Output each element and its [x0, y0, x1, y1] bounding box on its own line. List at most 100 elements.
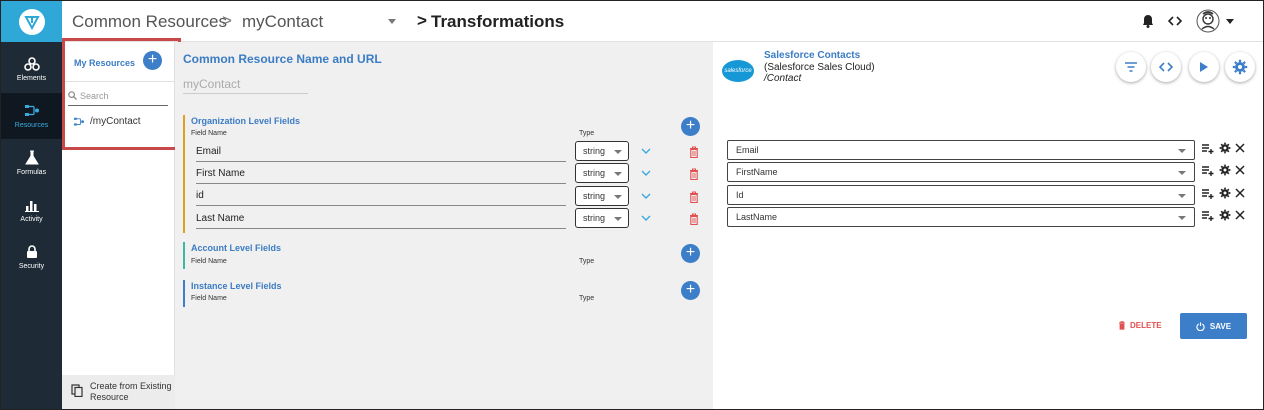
search-input[interactable]: Search: [68, 90, 168, 106]
caret-down-icon: [1178, 149, 1186, 153]
field-row: First Name: [196, 164, 566, 184]
settings-button[interactable]: [1225, 52, 1255, 82]
breadcrumb-resource[interactable]: myContact: [242, 12, 323, 32]
caret-down-icon: [614, 195, 622, 199]
trash-icon[interactable]: [689, 146, 699, 158]
bell-icon[interactable]: [1142, 14, 1154, 28]
header-actions: [1142, 9, 1234, 33]
nav-label: Activity: [20, 215, 43, 223]
gear-icon[interactable]: [1219, 164, 1231, 176]
add-org-field-button[interactable]: +: [681, 117, 700, 136]
type-select[interactable]: string: [575, 141, 629, 161]
gear-icon[interactable]: [1219, 142, 1231, 154]
elements-icon: [23, 56, 40, 71]
app-logo[interactable]: [1, 1, 62, 42]
type-select[interactable]: string: [575, 208, 629, 228]
filter-button[interactable]: [1116, 52, 1146, 82]
resource-name-input[interactable]: myContact: [183, 77, 308, 94]
save-label: SAVE: [1209, 321, 1232, 331]
logo-icon: [18, 8, 45, 35]
caret-down-icon: [1178, 194, 1186, 198]
nav-resources[interactable]: Resources: [1, 93, 62, 139]
type-value: string: [583, 191, 606, 201]
field-name-input[interactable]: Last Name: [196, 209, 566, 229]
resource-item-label: /myContact: [90, 116, 141, 127]
org-fields-section: [183, 115, 185, 233]
add-resource-button[interactable]: +: [143, 51, 162, 70]
mapping-select[interactable]: Email: [727, 140, 1195, 160]
trash-icon[interactable]: [689, 213, 699, 225]
add-list-icon[interactable]: [1202, 188, 1215, 199]
gear-icon[interactable]: [1219, 187, 1231, 199]
create-from-existing-label: Create from Existing Resource: [90, 381, 172, 402]
code-icon: [1159, 62, 1173, 72]
add-instance-field-button[interactable]: +: [681, 281, 700, 300]
nav-formulas[interactable]: Formulas: [1, 140, 62, 186]
close-icon[interactable]: [1235, 143, 1245, 153]
delete-button[interactable]: DELETE: [1118, 321, 1162, 330]
mapping-select-value: FirstName: [736, 167, 778, 177]
type-value: string: [583, 168, 606, 178]
field-name-input[interactable]: Email: [196, 142, 566, 162]
gear-icon[interactable]: [1219, 209, 1231, 221]
field-row: Email: [196, 142, 566, 162]
type-value: string: [583, 213, 606, 223]
caret-down-icon: [1178, 171, 1186, 175]
trash-icon[interactable]: [689, 191, 699, 203]
resource-editor: Common Resource Name and URL myContact O…: [175, 42, 713, 409]
add-list-icon[interactable]: [1202, 210, 1215, 221]
mapping-select-value: Email: [736, 145, 759, 155]
mapping-select[interactable]: LastName: [727, 207, 1195, 227]
nav-label: Elements: [16, 74, 47, 82]
nav-activity[interactable]: Activity: [1, 187, 62, 233]
breadcrumb-common-resources[interactable]: Common Resources: [72, 12, 227, 32]
chevron-down-icon[interactable]: [388, 19, 396, 24]
chevron-down-icon[interactable]: [1226, 18, 1234, 24]
instance-fields-title: Instance Level Fields: [191, 281, 282, 291]
run-button[interactable]: [1189, 52, 1219, 82]
type-select[interactable]: string: [575, 186, 629, 206]
section-title: Common Resource Name and URL: [183, 52, 382, 66]
close-icon[interactable]: [1235, 188, 1245, 198]
type-select[interactable]: string: [575, 163, 629, 183]
trash-icon[interactable]: [689, 168, 699, 180]
mapping-title: Salesforce Contacts: [764, 50, 861, 61]
mapping-row-actions: [1202, 164, 1245, 176]
code-icon[interactable]: [1168, 15, 1182, 27]
save-button[interactable]: SAVE: [1180, 313, 1247, 339]
add-list-icon[interactable]: [1202, 143, 1215, 154]
avatar[interactable]: [1196, 9, 1234, 33]
caret-down-icon: [614, 150, 622, 154]
chevron-down-icon[interactable]: [641, 148, 651, 155]
nav-security[interactable]: Security: [1, 234, 62, 280]
mapping-select-value: LastName: [736, 212, 778, 222]
close-icon[interactable]: [1235, 165, 1245, 175]
nav-elements[interactable]: Elements: [1, 46, 62, 92]
mapping-select[interactable]: Id: [727, 185, 1195, 205]
add-list-icon[interactable]: [1202, 165, 1215, 176]
resource-item[interactable]: /myContact: [73, 116, 141, 127]
mapping-row-actions: [1202, 187, 1245, 199]
field-name-input[interactable]: id: [196, 186, 566, 206]
filter-icon: [1125, 62, 1137, 72]
play-icon: [1200, 62, 1208, 72]
create-from-existing-button[interactable]: Create from Existing Resource: [62, 375, 175, 409]
add-account-field-button[interactable]: +: [681, 244, 700, 263]
caret-down-icon: [614, 172, 622, 176]
resources-icon: [24, 104, 39, 116]
top-header: Common Resources > myContact > Transform…: [62, 1, 1263, 42]
power-icon: [1196, 321, 1205, 331]
highlight-box: My Resources + Search /myContact: [62, 38, 181, 150]
code-button[interactable]: [1151, 52, 1181, 82]
field-name-input[interactable]: First Name: [196, 164, 566, 184]
close-icon[interactable]: [1235, 210, 1245, 220]
search-placeholder: Search: [80, 91, 109, 101]
type-header: Type: [579, 130, 595, 137]
mapping-select[interactable]: FirstName: [727, 162, 1195, 182]
field-row: Last Name: [196, 209, 566, 229]
chevron-down-icon[interactable]: [641, 215, 651, 222]
chevron-down-icon[interactable]: [641, 170, 651, 177]
chevron-down-icon[interactable]: [641, 193, 651, 200]
mapping-panel: salesforce Salesforce Contacts (Salesfor…: [713, 42, 1263, 409]
app-window: Elements Resources Formulas Activity Sec…: [0, 0, 1264, 410]
